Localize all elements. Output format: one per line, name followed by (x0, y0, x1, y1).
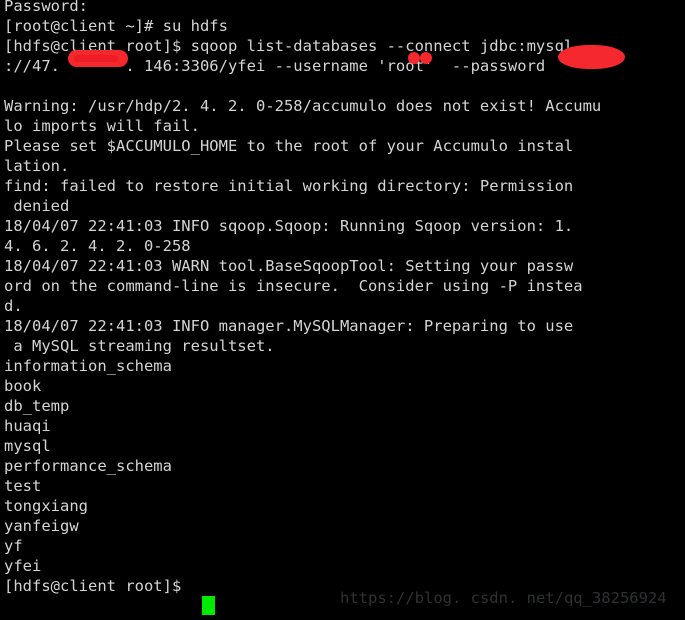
terminal-line-root-prompt: [root@client ~]# su hdfs (4, 17, 228, 35)
database-list-item: performance_schema (4, 457, 172, 475)
terminal-window[interactable]: Password: [root@client ~]# su hdfs [hdfs… (0, 0, 685, 620)
terminal-line-info-mysqlmanager: 18/04/07 22:41:03 INFO manager.MySQLMana… (4, 317, 574, 335)
terminal-line: Please set $ACCUMULO_HOME to the root of… (4, 137, 574, 155)
terminal-line: Password: (4, 0, 88, 15)
database-list-item: db_temp (4, 397, 70, 415)
database-list-item: yf (4, 537, 23, 555)
database-list-item: book (4, 377, 42, 395)
database-list-item: mysql (4, 437, 51, 455)
terminal-line-sqoop-command: [hdfs@client root]$ sqoop list-databases… (4, 37, 574, 55)
database-list-item: test (4, 477, 42, 495)
terminal-line: lo imports will fail. (4, 117, 200, 135)
database-list-item: information_schema (4, 357, 172, 375)
terminal-line-sqoop-command-wrap: ://47. . 146:3306/yfei --username 'root'… (4, 57, 546, 75)
terminal-line-find-error: find: failed to restore initial working … (4, 177, 574, 195)
terminal-line-warn-password: 18/04/07 22:41:03 WARN tool.BaseSqoopToo… (4, 257, 574, 275)
text-cursor (202, 596, 215, 615)
terminal-line: a MySQL streaming resultset. (4, 337, 275, 355)
database-list-item: tongxiang (4, 497, 88, 515)
terminal-line: ord on the command-line is insecure. Con… (4, 277, 583, 295)
terminal-line-warning: Warning: /usr/hdp/2. 4. 2. 0-258/accumul… (4, 97, 602, 115)
terminal-line-info-version: 18/04/07 22:41:03 INFO sqoop.Sqoop: Runn… (4, 217, 574, 235)
terminal-line: 4. 6. 2. 4. 2. 0-258 (4, 237, 191, 255)
terminal-line: lation. (4, 157, 70, 175)
watermark: https://blog. csdn. net/qq_38256924 (340, 589, 667, 607)
terminal-line: d. (4, 297, 23, 315)
database-list-item: yanfeigw (4, 517, 79, 535)
terminal-line: denied (4, 197, 70, 215)
terminal-output: Password: [root@client ~]# su hdfs [hdfs… (4, 0, 681, 596)
database-list-item: huaqi (4, 417, 51, 435)
database-list-item: yfei (4, 557, 42, 575)
